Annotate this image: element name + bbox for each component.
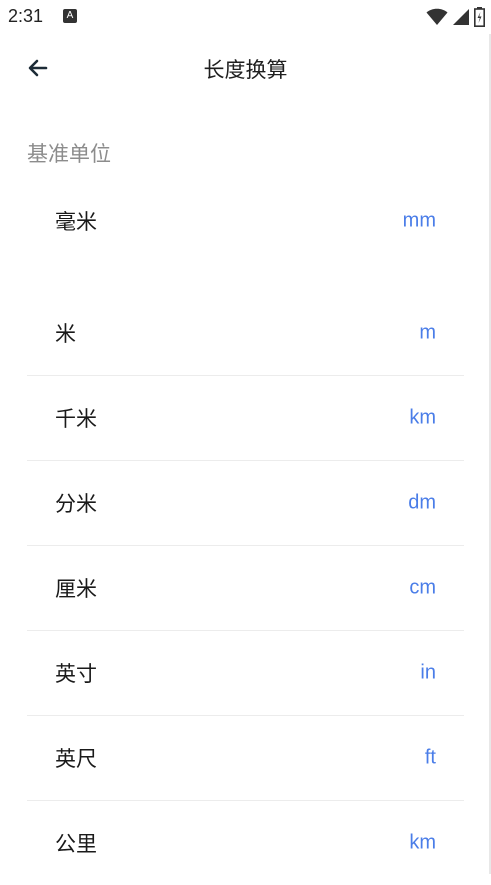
cellular-signal-icon	[453, 9, 469, 25]
unit-symbol: km	[409, 831, 436, 853]
unit-name: 英寸	[55, 661, 97, 686]
unit-name: 毫米	[55, 209, 97, 234]
unit-symbol: m	[419, 321, 436, 343]
unit-name: 分米	[55, 491, 97, 516]
unit-name: 厘米	[55, 576, 97, 601]
section-header: 基准单位	[27, 142, 111, 166]
app-notification-icon: A	[63, 9, 77, 23]
page-title: 长度换算	[203, 58, 288, 82]
wifi-icon	[426, 8, 448, 25]
app-bar: 长度换算	[0, 34, 491, 102]
status-time: 2:31	[8, 6, 44, 26]
unit-row[interactable]: 公里 km	[27, 800, 464, 885]
unit-symbol: mm	[402, 209, 436, 231]
status-bar: 2:31 A	[0, 0, 491, 34]
unit-symbol: cm	[409, 576, 436, 598]
unit-row[interactable]: 分米 dm	[27, 460, 464, 546]
unit-symbol: km	[409, 406, 436, 428]
unit-row[interactable]: 千米 km	[27, 375, 464, 461]
unit-symbol: in	[420, 661, 436, 683]
unit-symbol: dm	[408, 491, 436, 513]
unit-name: 公里	[55, 831, 97, 856]
battery-icon	[474, 7, 485, 27]
status-indicators	[426, 7, 485, 27]
unit-name: 英尺	[55, 746, 97, 771]
unit-symbol: ft	[424, 746, 436, 768]
unit-row[interactable]: 米 m	[27, 290, 464, 376]
unit-name: 千米	[55, 406, 97, 431]
unit-row[interactable]: 英寸 in	[27, 630, 464, 716]
unit-row[interactable]: 厘米 cm	[27, 545, 464, 631]
unit-row-base[interactable]: 毫米 mm	[27, 178, 464, 263]
unit-row[interactable]: 英尺 ft	[27, 715, 464, 801]
unit-name: 米	[55, 321, 76, 346]
